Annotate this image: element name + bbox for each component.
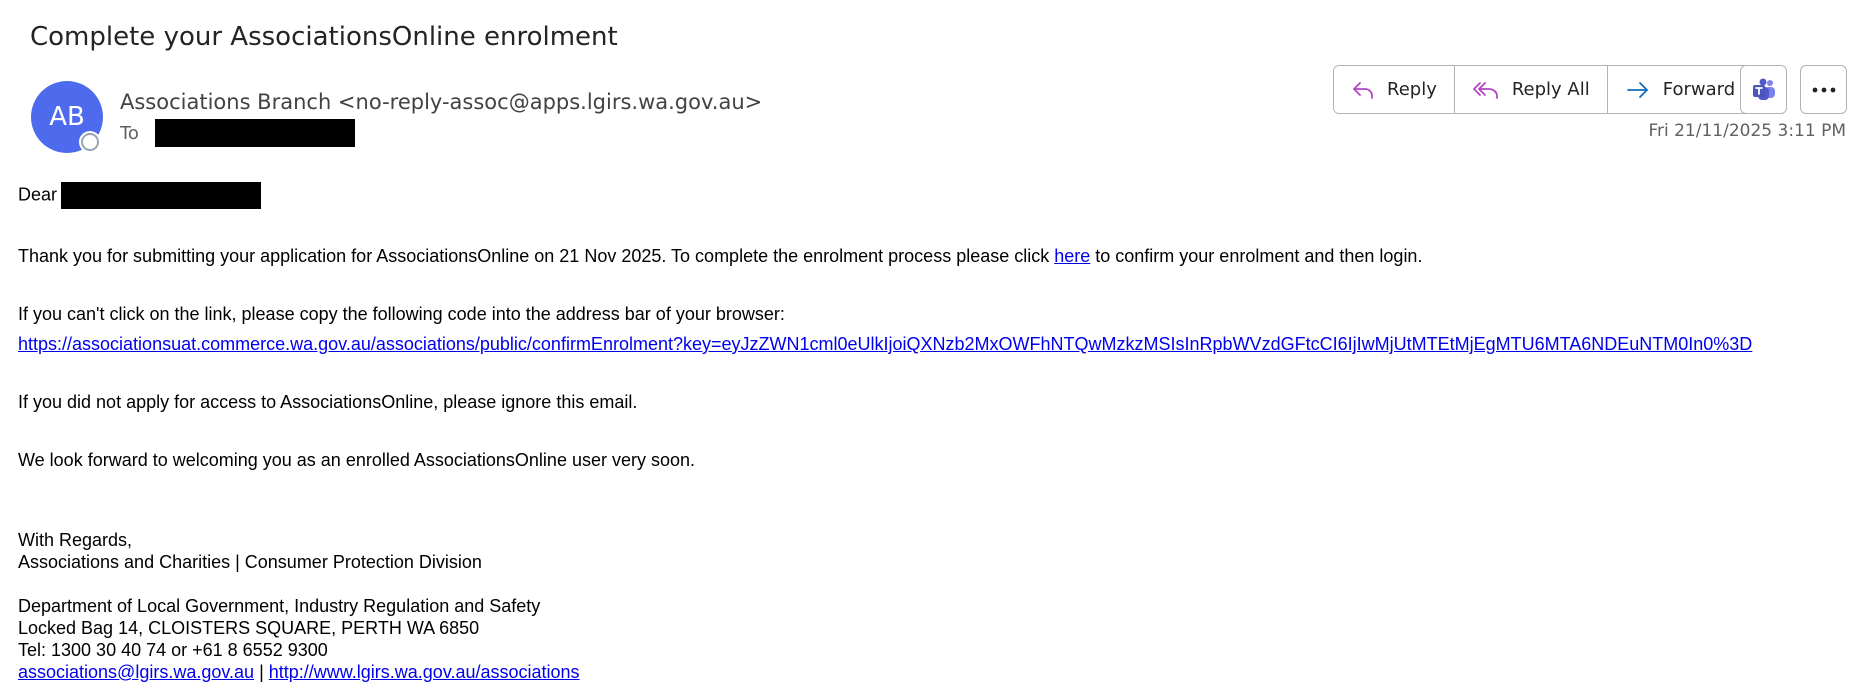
email-body: Dear Thank you for submitting your appli… [18,182,1752,683]
forward-label: Forward [1662,79,1736,100]
intro-text-after: to confirm your enrolment and then login… [1090,246,1423,266]
sent-timestamp: Fri 21/11/2025 3:11 PM [1648,121,1846,141]
to-label: To [120,122,139,144]
email-subject: Complete your AssociationsOnline enrolme… [30,22,618,52]
reply-button[interactable]: Reply [1334,66,1455,113]
teams-icon [1752,78,1775,100]
redacted-name [61,182,262,209]
reply-label: Reply [1387,79,1437,100]
signoff-department: Department of Local Government, Industry… [18,596,541,616]
greeting-text: Dear [18,184,58,205]
paragraph-welcome: We look forward to welcoming you as an e… [18,450,696,470]
teams-button[interactable] [1740,65,1787,114]
reply-all-button[interactable]: Reply All [1454,66,1608,113]
reply-icon [1353,81,1373,99]
message-actions: Reply Reply All Forward [1333,65,1754,114]
avatar-initials: AB [49,102,85,132]
reply-all-label: Reply All [1511,79,1590,100]
presence-status-icon [81,133,99,151]
contact-email-link[interactable]: associations@lgirs.wa.gov.au [18,662,254,682]
paragraph-copy-instructions: If you can't click on the link, please c… [18,304,785,324]
sender-name[interactable]: Associations Branch <no-reply-assoc@apps… [120,90,762,114]
signoff-tel: Tel: 1300 30 40 74 or +61 8 6552 9300 [18,640,328,660]
more-options-icon [1812,87,1835,92]
recipient-row: To [120,119,355,147]
confirm-url-paragraph: https://associationsuat.commerce.wa.gov.… [18,333,1752,355]
signoff-address: Locked Bag 14, CLOISTERS SQUARE, PERTH W… [18,618,480,638]
forward-button[interactable]: Forward [1607,66,1753,113]
signoff-links: associations@lgirs.wa.gov.au | http://ww… [18,661,1752,683]
reply-all-icon [1472,81,1498,99]
greeting: Dear [18,182,1752,209]
redacted-recipient [154,119,355,147]
paragraph-intro: Thank you for submitting your applicatio… [18,245,1752,267]
confirm-here-link[interactable]: here [1054,246,1090,266]
website-link[interactable]: http://www.lgirs.wa.gov.au/associations [269,662,580,682]
confirm-url-link[interactable]: https://associationsuat.commerce.wa.gov.… [18,334,1752,354]
more-options-button[interactable] [1800,65,1847,114]
forward-icon [1626,81,1648,98]
signoff-division: Associations and Charities | Consumer Pr… [18,552,482,572]
links-separator: | [254,662,269,682]
paragraph-ignore: If you did not apply for access to Assoc… [18,392,638,412]
intro-text-before: Thank you for submitting your applicatio… [18,246,1055,266]
signoff-regards: With Regards, [18,530,133,550]
